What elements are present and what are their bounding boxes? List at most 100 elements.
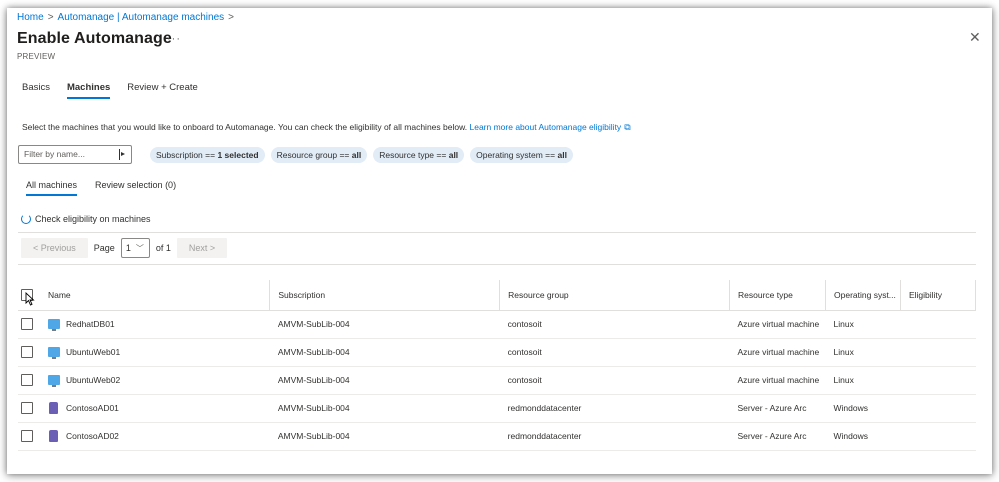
mouse-cursor-icon bbox=[25, 292, 35, 306]
filter-by-name-input[interactable]: Filter by name... bbox=[18, 145, 132, 164]
row-checkbox[interactable] bbox=[21, 430, 33, 442]
pill-subscription[interactable]: Subscription == 1 selected bbox=[150, 147, 265, 163]
pill-resource-group[interactable]: Resource group == all bbox=[270, 147, 368, 163]
page-select[interactable]: 1 ﹀ bbox=[120, 238, 150, 258]
pill-value: all bbox=[448, 150, 459, 160]
column-header-resource-type[interactable]: Resource type bbox=[729, 280, 826, 311]
chevron-down-icon: ﹀ bbox=[135, 243, 144, 253]
filter-icon[interactable] bbox=[119, 149, 127, 160]
resource-group-cell: contosoit bbox=[499, 366, 730, 395]
close-icon[interactable]: ✕ bbox=[969, 30, 981, 44]
column-header-eligibility[interactable]: Eligibility bbox=[900, 280, 977, 311]
subscription-cell: AMVM-SubLib-004 bbox=[269, 422, 500, 451]
resource-type-cell: Azure virtual machine bbox=[729, 310, 826, 339]
machine-subtabs: All machines Review selection (0) bbox=[26, 180, 176, 196]
row-select-cell bbox=[18, 338, 40, 367]
tab-basics[interactable]: Basics bbox=[22, 82, 50, 99]
pill-key: Operating system bbox=[476, 150, 543, 160]
virtual-machine-icon bbox=[47, 375, 60, 387]
pill-key: Resource type bbox=[379, 150, 435, 160]
name-cell: UbuntuWeb01 bbox=[39, 338, 270, 367]
tab-review-selection[interactable]: Review selection (0) bbox=[95, 180, 176, 196]
resource-group-cell: redmonddatacenter bbox=[499, 422, 730, 451]
arc-server-icon bbox=[48, 402, 58, 414]
subscription-cell: AMVM-SubLib-004 bbox=[269, 394, 500, 423]
eligibility-cell bbox=[900, 310, 976, 339]
previous-button[interactable]: < Previous bbox=[21, 238, 88, 258]
breadcrumb-automanage[interactable]: Automanage | Automanage machines bbox=[58, 12, 225, 23]
pill-key: Subscription bbox=[156, 150, 203, 160]
column-header-name[interactable]: Name bbox=[39, 280, 271, 311]
divider bbox=[18, 232, 976, 233]
column-header-resource-group[interactable]: Resource group bbox=[499, 280, 731, 311]
tab-machines[interactable]: Machines bbox=[66, 82, 111, 99]
preview-label: PREVIEW bbox=[17, 52, 56, 61]
name-cell: UbuntuWeb02 bbox=[39, 366, 270, 395]
machine-name[interactable]: ContosoAD01 bbox=[66, 403, 119, 413]
os-cell: Linux bbox=[825, 310, 901, 339]
row-checkbox[interactable] bbox=[21, 374, 33, 386]
tab-review-create[interactable]: Review + Create bbox=[127, 82, 198, 99]
chevron-right-icon: > bbox=[47, 12, 54, 23]
more-options-icon[interactable]: ··· bbox=[167, 33, 181, 45]
pill-value: 1 selected bbox=[217, 150, 259, 160]
row-select-cell bbox=[18, 422, 40, 451]
machine-name[interactable]: UbuntuWeb02 bbox=[66, 375, 120, 385]
pill-key: Resource group bbox=[276, 150, 338, 160]
pager: < Previous Page 1 ﹀ of 1 Next > bbox=[21, 238, 228, 258]
page-of-label: of 1 bbox=[155, 243, 171, 253]
pill-value: all bbox=[351, 150, 362, 160]
next-button[interactable]: Next > bbox=[176, 238, 228, 258]
resource-type-cell: Server - Azure Arc bbox=[729, 422, 826, 451]
os-cell: Linux bbox=[825, 338, 901, 367]
row-checkbox[interactable] bbox=[21, 318, 33, 330]
arc-server-icon bbox=[48, 430, 58, 442]
os-cell: Linux bbox=[825, 366, 901, 395]
page-title: Enable Automanage bbox=[17, 30, 172, 47]
pill-op: == bbox=[545, 150, 556, 160]
name-cell: ContosoAD02 bbox=[39, 422, 270, 451]
check-eligibility-button[interactable]: Check eligibility on machines bbox=[21, 214, 151, 224]
machines-table: Name Subscription Resource group Resourc… bbox=[18, 280, 977, 451]
table-row[interactable]: UbuntuWeb01 AMVM-SubLib-004 contosoit Az… bbox=[18, 338, 976, 367]
table-row[interactable]: ContosoAD02 AMVM-SubLib-004 redmonddatac… bbox=[18, 422, 976, 451]
pill-resource-type[interactable]: Resource type == all bbox=[373, 147, 465, 163]
table-row[interactable]: ContosoAD01 AMVM-SubLib-004 redmonddatac… bbox=[18, 394, 976, 423]
breadcrumb-home[interactable]: Home bbox=[17, 12, 44, 23]
external-link-icon[interactable]: ⧉ bbox=[624, 122, 630, 132]
machine-name[interactable]: UbuntuWeb01 bbox=[66, 347, 120, 357]
pill-op: == bbox=[339, 150, 350, 160]
table-row[interactable]: UbuntuWeb02 AMVM-SubLib-004 contosoit Az… bbox=[18, 366, 976, 395]
enable-automanage-blade: Home > Automanage | Automanage machines … bbox=[7, 8, 992, 474]
machine-name[interactable]: RedhatDB01 bbox=[66, 319, 115, 329]
row-checkbox[interactable] bbox=[21, 402, 33, 414]
eligibility-cell bbox=[900, 422, 976, 451]
page-value: 1 bbox=[125, 243, 131, 253]
chevron-right-icon: > bbox=[228, 12, 234, 23]
machine-name[interactable]: ContosoAD02 bbox=[66, 431, 119, 441]
resource-type-cell: Azure virtual machine bbox=[729, 338, 826, 367]
breadcrumb: Home > Automanage | Automanage machines … bbox=[17, 12, 234, 23]
description: Select the machines that you would like … bbox=[22, 122, 631, 133]
tab-all-machines[interactable]: All machines bbox=[26, 180, 78, 196]
row-checkbox[interactable] bbox=[21, 346, 33, 358]
column-header-operating-system[interactable]: Operating syst... bbox=[825, 280, 901, 311]
learn-more-link[interactable]: Learn more about Automanage eligibility bbox=[470, 122, 622, 132]
row-select-cell bbox=[18, 310, 40, 339]
pill-operating-system[interactable]: Operating system == all bbox=[470, 147, 573, 163]
table-row[interactable]: RedhatDB01 AMVM-SubLib-004 contosoit Azu… bbox=[18, 310, 976, 339]
resource-type-cell: Server - Azure Arc bbox=[729, 394, 826, 423]
filter-pills: Subscription == 1 selected Resource grou… bbox=[150, 147, 573, 163]
name-cell: ContosoAD01 bbox=[39, 394, 270, 423]
pill-op: == bbox=[205, 150, 216, 160]
eligibility-cell bbox=[900, 366, 976, 395]
virtual-machine-icon bbox=[47, 319, 60, 331]
column-header-subscription[interactable]: Subscription bbox=[269, 280, 501, 311]
pill-op: == bbox=[436, 150, 447, 160]
filter-placeholder: Filter by name... bbox=[24, 149, 85, 159]
resource-group-cell: contosoit bbox=[499, 310, 730, 339]
check-eligibility-label: Check eligibility on machines bbox=[35, 214, 151, 224]
page-label: Page bbox=[93, 243, 115, 253]
eligibility-cell bbox=[900, 338, 976, 367]
row-select-cell bbox=[18, 366, 40, 395]
